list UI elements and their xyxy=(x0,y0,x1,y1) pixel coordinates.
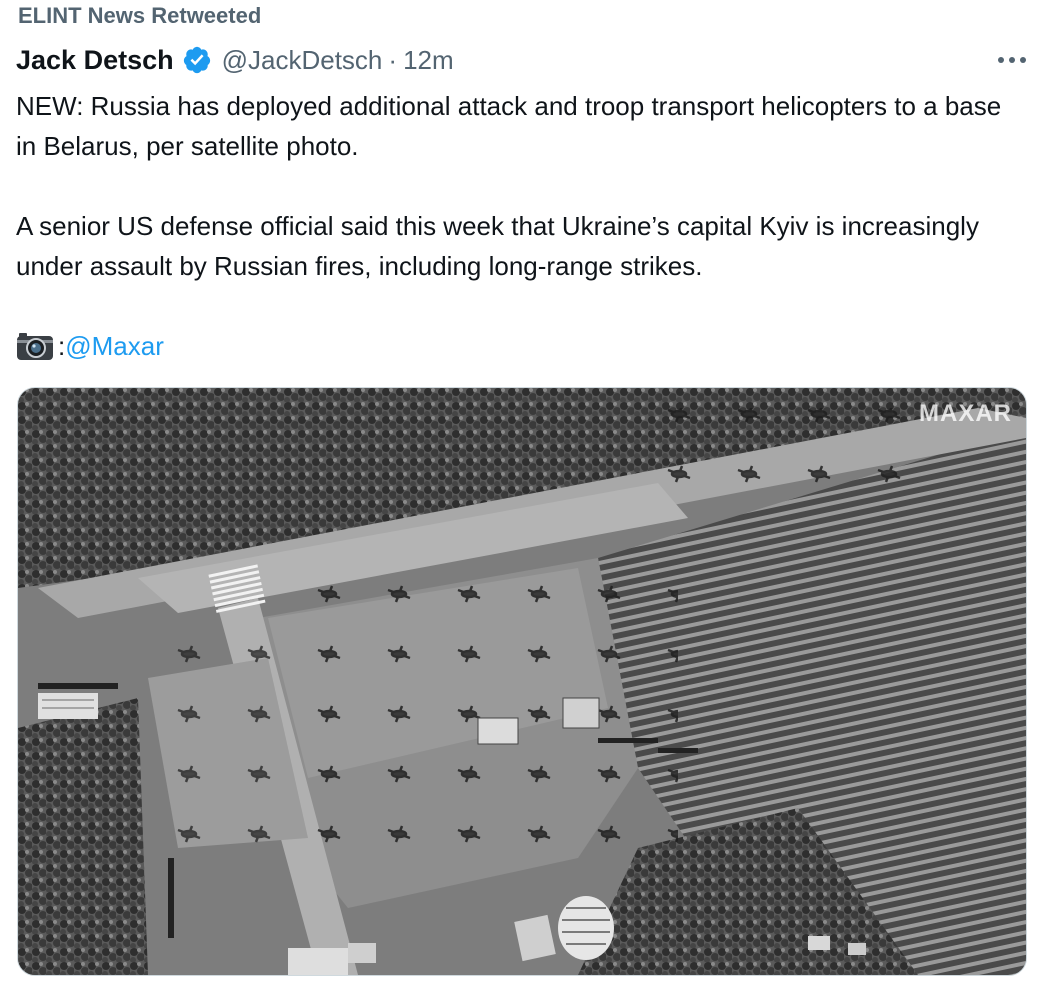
maxar-watermark: MAXAR xyxy=(919,400,1012,427)
tweet-text: NEW: Russia has deployed additional atta… xyxy=(16,86,1026,366)
credit-prefix: : xyxy=(58,331,66,361)
timestamp[interactable]: 12m xyxy=(403,45,454,76)
maxar-mention-link[interactable]: @Maxar xyxy=(65,326,164,366)
tweet-paragraph-1: NEW: Russia has deployed additional atta… xyxy=(16,91,1002,161)
author-name[interactable]: Jack Detsch xyxy=(16,45,174,76)
more-options-icon[interactable] xyxy=(992,42,1032,78)
photo-credit: : @Maxar xyxy=(16,326,1026,366)
tweet-header: Jack Detsch @JackDetsch · 12m xyxy=(16,42,1032,78)
tweet-paragraph-2: A senior US defense official said this w… xyxy=(16,211,979,281)
camera-icon xyxy=(16,331,54,361)
verified-badge-icon xyxy=(182,45,212,75)
satellite-photo[interactable]: MAXAR xyxy=(17,387,1027,976)
satellite-image xyxy=(18,388,1026,975)
separator-dot: · xyxy=(388,44,398,75)
retweeted-label[interactable]: ELINT News Retweeted xyxy=(18,2,261,30)
author-handle[interactable]: @JackDetsch xyxy=(222,45,383,76)
